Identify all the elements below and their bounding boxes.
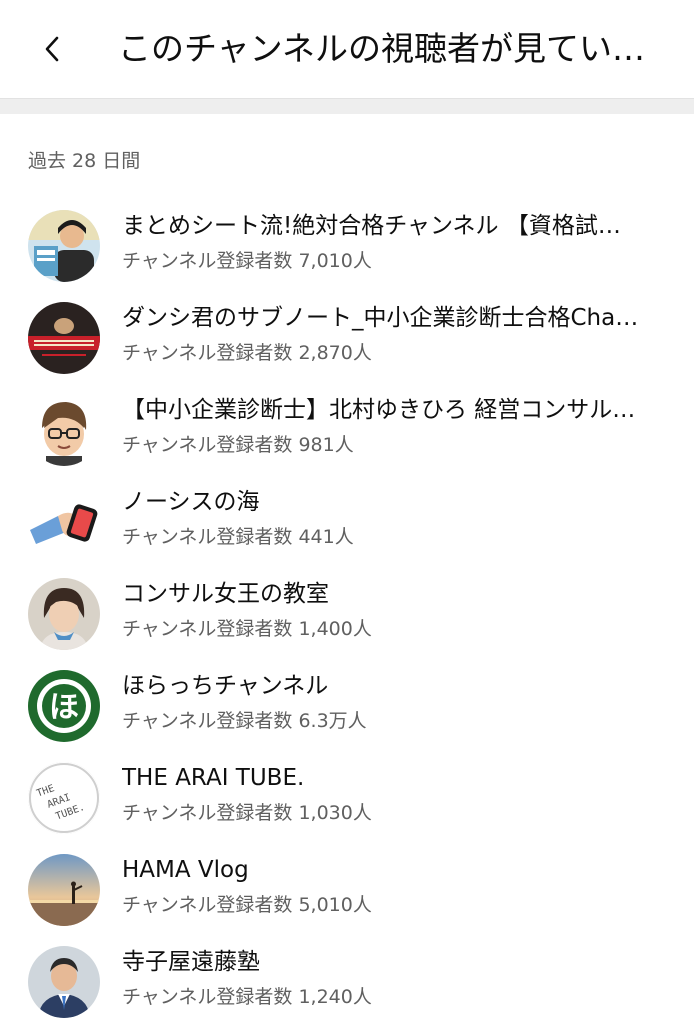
channel-item[interactable]: ほ ほらっちチャンネル チャンネル登録者数 6.3万人 bbox=[0, 658, 694, 750]
channel-avatar[interactable]: THE ARAI TUBE. bbox=[28, 762, 100, 834]
channel-avatar[interactable] bbox=[28, 302, 100, 374]
channel-name: ノーシスの海 bbox=[122, 489, 260, 515]
channel-avatar[interactable] bbox=[28, 946, 100, 1018]
channel-item[interactable]: 【中小企業診断士】北村ゆきひろ 経営コンサル… チャンネル登録者数 981人 bbox=[0, 382, 694, 474]
channel-name: ダンシ君のサブノート_中小企業診断士合格Cha… bbox=[122, 305, 639, 331]
channel-item[interactable]: ダンシ君のサブノート_中小企業診断士合格Cha… チャンネル登録者数 2,870… bbox=[0, 290, 694, 382]
channel-item[interactable]: HAMA Vlog チャンネル登録者数 5,010人 bbox=[0, 842, 694, 934]
channel-item[interactable]: まとめシート流!絶対合格チャンネル 【資格試… チャンネル登録者数 7,010人 bbox=[0, 198, 694, 290]
cartoon-glasses-avatar bbox=[28, 394, 100, 466]
chevron-left-icon bbox=[45, 36, 59, 62]
channel-name: THE ARAI TUBE. bbox=[122, 765, 305, 791]
channel-avatar[interactable] bbox=[28, 210, 100, 282]
channel-avatar[interactable] bbox=[28, 578, 100, 650]
subscriber-count: チャンネル登録者数 5,010人 bbox=[122, 894, 372, 916]
man-in-suit-avatar bbox=[28, 946, 100, 1018]
period-label: 過去 28 日間 bbox=[28, 150, 141, 172]
subscriber-count: チャンネル登録者数 441人 bbox=[122, 526, 354, 548]
subscriber-count: チャンネル登録者数 1,030人 bbox=[122, 802, 372, 824]
subscriber-count: チャンネル登録者数 1,240人 bbox=[122, 986, 372, 1008]
channel-avatar[interactable]: ほ bbox=[28, 670, 100, 742]
ho-logo-avatar: ほ bbox=[28, 670, 100, 742]
subscriber-count: チャンネル登録者数 1,400人 bbox=[122, 618, 372, 640]
person-with-book-avatar bbox=[28, 210, 100, 282]
channel-avatar[interactable] bbox=[28, 486, 100, 558]
svg-text:ほ: ほ bbox=[49, 690, 79, 725]
section-divider bbox=[0, 98, 694, 114]
hand-holding-phone-avatar bbox=[28, 486, 100, 558]
channel-item[interactable]: ノーシスの海 チャンネル登録者数 441人 bbox=[0, 474, 694, 566]
top-app-bar: このチャンネルの視聴者が見てい… bbox=[0, 0, 694, 98]
subscriber-count: チャンネル登録者数 6.3万人 bbox=[122, 710, 367, 732]
channel-name: まとめシート流!絶対合格チャンネル 【資格試… bbox=[122, 213, 621, 239]
back-button[interactable] bbox=[32, 26, 72, 72]
channel-avatar[interactable] bbox=[28, 394, 100, 466]
page-title: このチャンネルの視聴者が見てい… bbox=[118, 29, 646, 68]
text-logo-avatar: THE ARAI TUBE. bbox=[28, 762, 100, 834]
sunset-beach-avatar bbox=[28, 854, 100, 926]
channel-avatar[interactable] bbox=[28, 854, 100, 926]
subscriber-count: チャンネル登録者数 7,010人 bbox=[122, 250, 372, 272]
channel-name: 【中小企業診断士】北村ゆきひろ 経営コンサル… bbox=[122, 397, 636, 423]
channel-item[interactable]: コンサル女王の教室 チャンネル登録者数 1,400人 bbox=[0, 566, 694, 658]
woman-portrait-avatar bbox=[28, 578, 100, 650]
channel-item[interactable]: 寺子屋遠藤塾 チャンネル登録者数 1,240人 bbox=[0, 934, 694, 1026]
subscriber-count: チャンネル登録者数 2,870人 bbox=[122, 342, 372, 364]
channel-name: ほらっちチャンネル bbox=[122, 673, 329, 699]
channel-item[interactable]: THE ARAI TUBE. THE ARAI TUBE. チャンネル登録者数 … bbox=[0, 750, 694, 842]
channel-name: 寺子屋遠藤塾 bbox=[122, 949, 260, 975]
channel-name: コンサル女王の教室 bbox=[122, 581, 329, 607]
red-banner-avatar bbox=[28, 302, 100, 374]
channel-name: HAMA Vlog bbox=[122, 857, 249, 883]
subscriber-count: チャンネル登録者数 981人 bbox=[122, 434, 354, 456]
